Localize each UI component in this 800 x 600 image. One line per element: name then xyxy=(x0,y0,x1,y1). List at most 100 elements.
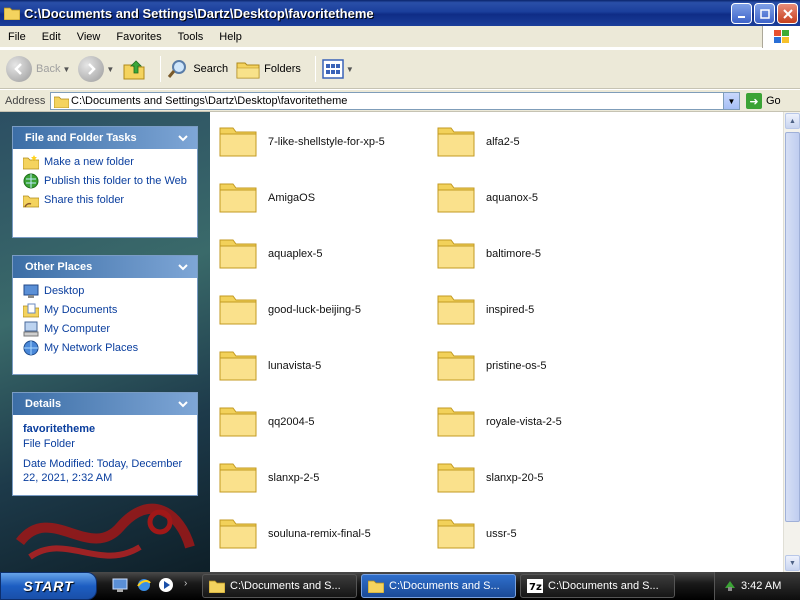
folder-item[interactable]: aquanox-5 xyxy=(436,178,538,217)
views-icon xyxy=(322,59,344,79)
taskbar-task-2[interactable]: C:\Documents and S... xyxy=(361,574,516,598)
minimize-button[interactable] xyxy=(731,3,752,24)
place-my-documents[interactable]: My Documents xyxy=(23,303,187,318)
restore-icon xyxy=(759,8,770,19)
folder-item[interactable]: 7-like-shellstyle-for-xp-5 xyxy=(218,122,385,161)
folder-icon xyxy=(436,458,476,497)
folder-icon xyxy=(436,346,476,385)
forward-button[interactable]: ▼ xyxy=(78,56,114,82)
menu-file[interactable]: File xyxy=(0,31,34,43)
folders-button[interactable]: Folders xyxy=(236,58,301,80)
task-pane: File and Folder Tasks Make a new folder … xyxy=(0,112,210,572)
folder-icon xyxy=(54,96,69,108)
place-my-computer[interactable]: My Computer xyxy=(23,321,187,337)
title-bar: C:\Documents and Settings\Dartz\Desktop\… xyxy=(0,0,800,26)
task-make-new-folder[interactable]: Make a new folder xyxy=(23,155,187,170)
details-type: File Folder xyxy=(23,438,75,450)
svg-text:7z: 7z xyxy=(529,582,542,593)
address-dropdown-button[interactable]: ▼ xyxy=(723,93,739,109)
folder-item[interactable]: aquaplex-5 xyxy=(218,234,322,273)
folder-name: AmigaOS xyxy=(268,191,316,204)
clock[interactable]: 3:42 AM xyxy=(741,580,781,592)
folder-name: pristine-os-5 xyxy=(486,359,547,372)
panel-header[interactable]: File and Folder Tasks xyxy=(13,127,197,149)
folder-name: slanxp-20-5 xyxy=(486,471,544,484)
start-button[interactable]: START xyxy=(0,572,97,600)
search-button[interactable]: Search xyxy=(167,58,228,80)
views-button[interactable]: ▼ xyxy=(322,59,354,79)
window-title: C:\Documents and Settings\Dartz\Desktop\… xyxy=(24,5,374,21)
folder-item[interactable]: pristine-os-5 xyxy=(436,346,547,385)
folder-name: lunavista-5 xyxy=(268,359,322,372)
folder-icon xyxy=(218,290,258,329)
new-folder-icon xyxy=(23,155,39,170)
close-button[interactable] xyxy=(777,3,798,24)
address-bar: Address C:\Documents and Settings\Dartz\… xyxy=(0,90,800,112)
menu-edit[interactable]: Edit xyxy=(34,31,69,43)
folder-icon xyxy=(4,7,20,20)
task-label: Share this folder xyxy=(44,194,125,206)
my-computer-icon xyxy=(23,321,39,337)
folder-item[interactable]: souluna-remix-final-5 xyxy=(218,514,371,553)
safely-remove-hardware-icon[interactable] xyxy=(723,578,737,592)
folder-icon xyxy=(218,234,258,273)
folder-item[interactable]: AmigaOS xyxy=(218,178,315,217)
menu-view[interactable]: View xyxy=(69,31,109,43)
address-input[interactable]: C:\Documents and Settings\Dartz\Desktop\… xyxy=(50,92,740,110)
other-places-panel: Other Places Desktop My Documents My Com… xyxy=(12,255,198,375)
task-publish-web[interactable]: Publish this folder to the Web xyxy=(23,173,187,189)
panel-header[interactable]: Details xyxy=(13,393,197,415)
maximize-button[interactable] xyxy=(754,3,775,24)
show-desktop-icon[interactable] xyxy=(112,577,128,593)
collapse-chevron-icon xyxy=(178,135,188,142)
folder-icon xyxy=(218,122,258,161)
folder-icon xyxy=(436,178,476,217)
folder-icon xyxy=(218,458,258,497)
panel-header[interactable]: Other Places xyxy=(13,256,197,278)
folder-item[interactable]: baltimore-5 xyxy=(436,234,541,273)
vertical-scrollbar[interactable]: ▲ ▼ xyxy=(783,112,800,572)
scroll-up-button[interactable]: ▲ xyxy=(785,113,800,129)
internet-explorer-icon[interactable] xyxy=(136,577,152,593)
up-folder-icon xyxy=(123,60,145,80)
search-label: Search xyxy=(193,63,229,75)
task-label: Make a new folder xyxy=(44,156,134,168)
back-arrow-icon xyxy=(6,56,32,82)
quicklaunch-expand-icon[interactable]: › xyxy=(184,578,187,589)
folder-icon xyxy=(436,234,476,273)
folder-name: aquaplex-5 xyxy=(268,247,323,260)
place-label: Desktop xyxy=(44,285,85,297)
folder-name: ussr-5 xyxy=(486,527,517,540)
windows-logo-icon xyxy=(762,26,800,48)
up-folder-button[interactable] xyxy=(122,57,146,81)
taskbar-task-3[interactable]: 7z C:\Documents and S... xyxy=(520,574,675,598)
media-player-icon[interactable] xyxy=(158,577,174,593)
menu-help[interactable]: Help xyxy=(211,31,250,43)
scroll-thumb[interactable] xyxy=(785,132,800,522)
chevron-down-icon: ▼ xyxy=(727,96,736,106)
folder-item[interactable]: inspired-5 xyxy=(436,290,534,329)
details-name: favoritetheme xyxy=(23,423,96,435)
folder-item[interactable]: qq2004-5 xyxy=(218,402,315,441)
folder-item[interactable]: lunavista-5 xyxy=(218,346,321,385)
chevron-down-icon: ▼ xyxy=(106,64,115,74)
folder-item[interactable]: slanxp-20-5 xyxy=(436,458,543,497)
toolbar: Back ▼ ▼ Search Folders ▼ xyxy=(0,49,800,89)
folder-item[interactable]: alfa2-5 xyxy=(436,122,520,161)
place-network-places[interactable]: My Network Places xyxy=(23,340,187,356)
folder-item[interactable]: slanxp-2-5 xyxy=(218,458,319,497)
folder-item[interactable]: good-luck-beijing-5 xyxy=(218,290,361,329)
folder-icon xyxy=(368,580,384,593)
scroll-down-button[interactable]: ▼ xyxy=(785,555,800,571)
folder-item[interactable]: royale-vista-2-5 xyxy=(436,402,562,441)
folder-item[interactable]: ussr-5 xyxy=(436,514,517,553)
task-share-folder[interactable]: Share this folder xyxy=(23,193,187,208)
go-button[interactable]: ➜ Go xyxy=(746,93,781,109)
taskbar-task-1[interactable]: C:\Documents and S... xyxy=(202,574,357,598)
go-label: Go xyxy=(766,95,781,107)
menu-favorites[interactable]: Favorites xyxy=(108,31,169,43)
place-desktop[interactable]: Desktop xyxy=(23,284,187,299)
back-button[interactable]: Back ▼ xyxy=(6,56,70,82)
search-icon xyxy=(168,60,187,78)
menu-tools[interactable]: Tools xyxy=(170,31,212,43)
